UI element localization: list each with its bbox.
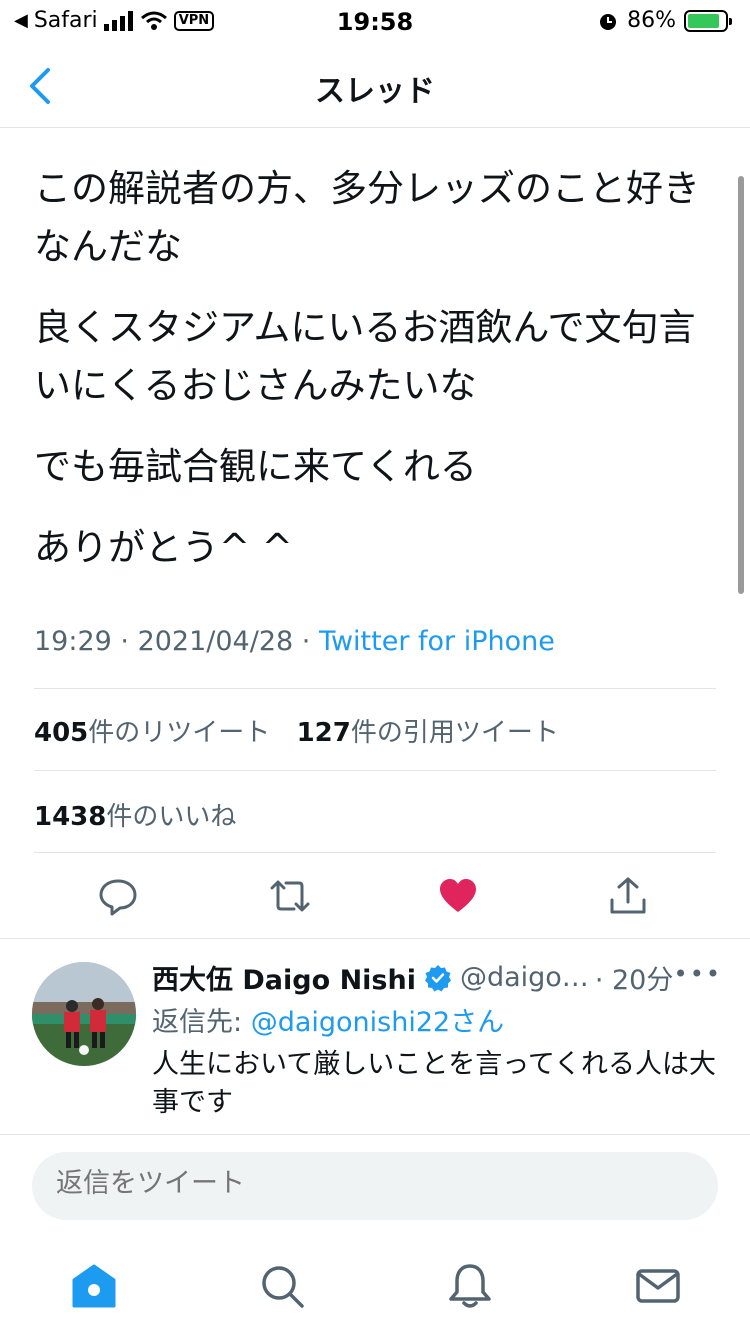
- scrollbar[interactable]: [738, 176, 744, 594]
- tweet-paragraph: でも毎試合観に来てくれる: [34, 445, 477, 488]
- retweets-count: 405: [34, 718, 89, 748]
- page-title: スレッド: [315, 74, 435, 109]
- reply-author-handle[interactable]: @daigo…: [460, 962, 589, 993]
- divider: [0, 1134, 750, 1135]
- alarm-icon: [600, 13, 617, 30]
- battery-icon: [684, 9, 732, 32]
- tweet-paragraph: ありがとう^ ^: [34, 526, 293, 569]
- avatar-image: [32, 962, 136, 1066]
- meta-separator: ·: [293, 626, 319, 657]
- tweet-actions: [0, 858, 750, 934]
- home-icon: [72, 1264, 116, 1308]
- heart-filled-icon: [440, 879, 476, 912]
- retweet-button[interactable]: [268, 876, 310, 916]
- quotes-stat[interactable]: 127件の引用ツイート: [297, 718, 559, 748]
- divider: [0, 938, 750, 939]
- tab-bar: [0, 1246, 750, 1334]
- tab-search[interactable]: [258, 1262, 306, 1310]
- search-icon: [262, 1266, 304, 1308]
- reply-to-handle-link[interactable]: @daigonishi22さん: [251, 1007, 505, 1038]
- tweet-paragraph: 良くスタジアムにいるお酒飲んで文句言いにくるおじさんみたいな: [34, 306, 696, 407]
- reply-to-label: 返信先:: [152, 1007, 251, 1038]
- nav-header: スレッド: [0, 44, 750, 128]
- tweet-text: この解説者の方、多分レッズのこと好きなんだな 良くスタジアムにいるお酒飲んで文句…: [34, 160, 724, 600]
- likes-count: 1438: [34, 802, 107, 832]
- more-icon[interactable]: •••: [674, 960, 722, 988]
- tweet-source-link[interactable]: Twitter for iPhone: [319, 626, 555, 657]
- divider: [34, 688, 716, 689]
- stats-row-likes: 1438件のいいね: [34, 796, 254, 833]
- tab-home[interactable]: [70, 1262, 118, 1310]
- avatar[interactable]: [32, 962, 136, 1066]
- tab-notifications[interactable]: [446, 1262, 494, 1310]
- tab-messages[interactable]: [634, 1262, 682, 1310]
- status-right: 86%: [597, 8, 732, 33]
- verified-badge-icon: [424, 964, 451, 991]
- reply-time: · 20分: [594, 965, 674, 996]
- reply-button[interactable]: [98, 876, 138, 916]
- retweets-stat[interactable]: 405件のリツイート: [34, 718, 270, 748]
- retweet-icon: [270, 880, 310, 912]
- battery-level: [688, 13, 719, 28]
- battery-percent: 86%: [627, 8, 676, 33]
- tweet-meta: 19:29 · 2021/04/28 · Twitter for iPhone: [34, 626, 555, 657]
- notifications-icon: [449, 1264, 491, 1308]
- reply-author-name[interactable]: 西大伍 Daigo Nishi: [152, 958, 416, 997]
- reply-icon: [99, 879, 137, 916]
- like-button[interactable]: [438, 876, 478, 916]
- likes-stat[interactable]: 1438件のいいね: [34, 802, 236, 832]
- share-button[interactable]: [608, 876, 648, 916]
- share-icon: [610, 877, 646, 914]
- reply-to-line: 返信先: @daigonishi22さん: [152, 1000, 504, 1039]
- divider: [34, 852, 716, 853]
- quotes-label: 件の引用ツイート: [350, 718, 559, 748]
- reply-compose-box[interactable]: [32, 1152, 718, 1220]
- reply-input[interactable]: [56, 1168, 656, 1199]
- likes-label: 件のいいね: [106, 802, 237, 832]
- tweet-paragraph: この解説者の方、多分レッズのこと好きなんだな: [34, 167, 700, 268]
- meta-separator: ·: [111, 626, 138, 657]
- reply-header: 西大伍 Daigo Nishi @daigo… · 20分 •••: [152, 958, 722, 997]
- divider: [34, 770, 716, 771]
- messages-icon: [636, 1269, 680, 1303]
- status-bar: ◀ Safari VPN 19:58 86%: [0, 0, 750, 44]
- retweets-label: 件のリツイート: [88, 718, 271, 748]
- tweet-date[interactable]: 2021/04/28: [138, 626, 294, 657]
- quotes-count: 127: [296, 718, 351, 748]
- stats-row-retweets: 405件のリツイート 127件の引用ツイート: [34, 712, 577, 749]
- reply-text: 人生において厳しいことを言ってくれる人は大事です: [152, 1049, 717, 1118]
- tweet-time[interactable]: 19:29: [34, 626, 112, 657]
